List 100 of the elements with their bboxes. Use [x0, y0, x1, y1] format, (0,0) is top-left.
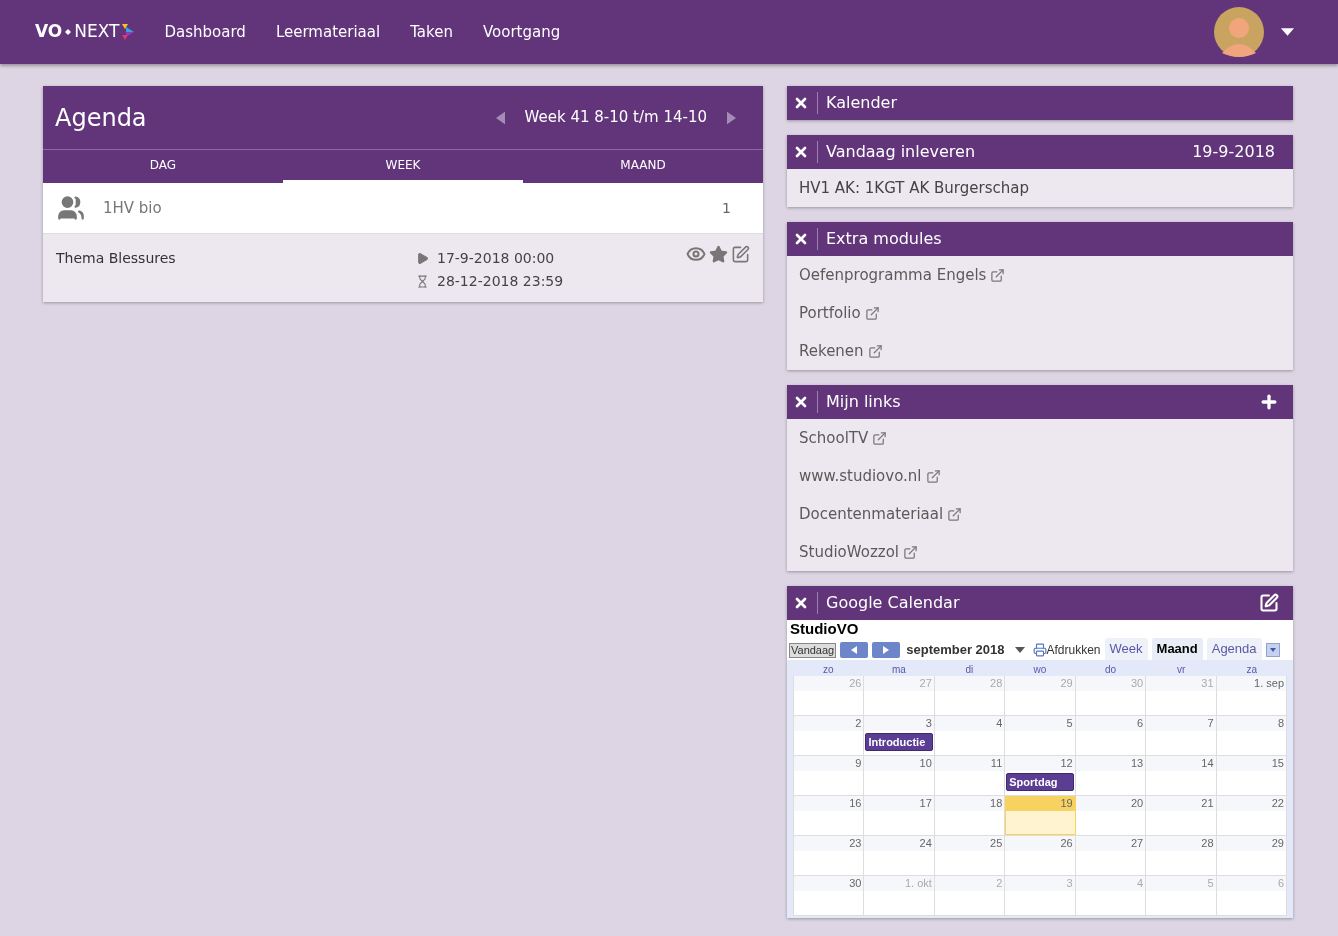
widget-link[interactable]: HV1 AK: 1KGT AK Burgerschap — [799, 176, 1029, 200]
day-number: 24 — [864, 836, 934, 851]
day-number: 27 — [1075, 836, 1146, 851]
day-cell[interactable]: 9 — [794, 756, 865, 795]
day-cell[interactable]: 25 — [934, 836, 1006, 875]
close-icon[interactable] — [793, 394, 809, 410]
next-button[interactable] — [872, 642, 901, 658]
day-cell[interactable]: 18 — [934, 796, 1006, 835]
day-cell[interactable]: 27 — [1075, 836, 1147, 875]
weekday-label: za — [1245, 664, 1258, 676]
avatar[interactable] — [1214, 7, 1264, 57]
close-icon[interactable] — [793, 95, 809, 111]
day-cell[interactable]: 17 — [864, 796, 935, 835]
widget-link[interactable]: Docentenmateriaal — [799, 502, 944, 526]
day-cell[interactable]: 12 Sportdag — [1005, 756, 1076, 795]
day-cell[interactable]: 15 — [1216, 756, 1287, 795]
caret-icon[interactable] — [1014, 647, 1025, 653]
day-number: 10 — [864, 756, 934, 771]
previous-week-icon[interactable] — [495, 110, 505, 125]
hourglass-icon — [416, 275, 429, 288]
widget-link[interactable]: Portfolio — [799, 301, 861, 325]
nav-link[interactable]: Leermateriaal — [260, 20, 396, 44]
external-link-icon[interactable] — [867, 343, 883, 359]
weekday-label: do — [1104, 664, 1118, 676]
day-cell[interactable]: 2 — [794, 716, 865, 755]
day-number: 22 — [1216, 796, 1286, 811]
day-cell[interactable]: 11 — [934, 756, 1006, 795]
widget-link[interactable]: SchoolTV — [799, 426, 869, 450]
day-cell[interactable]: 3 Introductie — [864, 716, 935, 755]
day-cell[interactable]: 19 — [1005, 796, 1076, 835]
widget-link[interactable]: Rekenen — [799, 339, 864, 363]
day-number: 13 — [1075, 756, 1146, 771]
day-cell[interactable]: 14 — [1146, 756, 1217, 795]
today-button[interactable]: Vandaag — [789, 642, 837, 658]
previous-button[interactable] — [840, 642, 869, 658]
eye-icon[interactable] — [686, 244, 706, 264]
day-cell[interactable]: 8 — [1216, 716, 1287, 755]
external-link-icon[interactable] — [947, 506, 963, 522]
day-number: 28 — [1146, 836, 1216, 851]
day-number: 6 — [1216, 876, 1286, 891]
day-number: 5 — [1146, 876, 1216, 891]
view-tab[interactable]: Maand — [1151, 638, 1203, 660]
day-number: 4 — [1075, 876, 1146, 891]
day-cell[interactable]: 28 — [1146, 836, 1217, 875]
external-link-icon[interactable] — [990, 267, 1006, 283]
calendar-event[interactable]: Sportdag — [1006, 773, 1074, 791]
day-cell[interactable]: 5 — [1005, 716, 1076, 755]
day-cell[interactable]: 23 — [794, 836, 865, 875]
view-tab[interactable]: Agenda — [1206, 638, 1262, 660]
day-cell[interactable]: 13 — [1075, 756, 1147, 795]
nav-link[interactable]: Taken — [395, 20, 468, 44]
external-link-icon[interactable] — [903, 544, 918, 560]
logo-text[interactable]: NEXT — [74, 19, 120, 45]
day-cell[interactable]: 1. sep — [1216, 676, 1287, 715]
week-label: Week 41 8-10 t/m 14-10 — [524, 107, 707, 129]
star-icon[interactable] — [709, 244, 728, 264]
day-cell[interactable]: 24 — [864, 836, 935, 875]
day-cell[interactable]: 6 — [1075, 716, 1147, 755]
widget-link[interactable]: StudioWozzol — [799, 540, 899, 564]
day-cell[interactable]: 4 — [934, 716, 1006, 755]
widget-link[interactable]: Oefenprogramma Engels — [799, 263, 987, 287]
day-number: 11 — [934, 756, 1005, 771]
widget-link[interactable]: www.studiovo.nl — [799, 464, 922, 488]
day-cell[interactable]: 30 — [794, 876, 865, 915]
day-cell[interactable]: 16 — [794, 796, 865, 835]
agenda-item[interactable]: Thema Blessures 17-9-2018 00:00 28-12-2018 23:59 — [43, 233, 763, 302]
day-cell[interactable]: 22 — [1216, 796, 1287, 835]
close-icon[interactable] — [793, 231, 809, 247]
day-cell[interactable]: 7 — [1146, 716, 1217, 755]
nav-link[interactable]: Voortgang — [467, 20, 576, 44]
weekday-label: zo — [822, 664, 835, 676]
view-tab[interactable]: MAAND — [523, 150, 763, 183]
group-count: 1 — [722, 198, 731, 218]
day-number: 3 — [864, 716, 934, 731]
day-cell[interactable]: 29 — [1216, 836, 1287, 875]
caret-icon[interactable] — [1281, 28, 1294, 36]
external-link-icon[interactable] — [925, 468, 941, 484]
logo-text[interactable]: VO — [35, 19, 63, 45]
edit-icon[interactable] — [1259, 593, 1279, 613]
view-tab[interactable]: DAG — [43, 150, 283, 183]
external-link-icon[interactable] — [864, 305, 880, 321]
close-icon[interactable] — [793, 595, 809, 611]
printer-icon[interactable] — [1032, 643, 1047, 657]
day-number: 18 — [934, 796, 1005, 811]
nav-link[interactable]: Dashboard — [149, 20, 261, 44]
day-number: 1. okt — [864, 876, 934, 891]
add-icon[interactable] — [1259, 392, 1279, 412]
play-icon — [416, 252, 429, 265]
calendar-event[interactable]: Introductie — [865, 733, 933, 751]
day-cell[interactable]: 10 — [864, 756, 935, 795]
dropdown-icon[interactable] — [1265, 643, 1280, 657]
day-cell[interactable]: 21 — [1146, 796, 1217, 835]
close-icon[interactable] — [793, 144, 809, 160]
view-tab[interactable]: Week — [1104, 638, 1148, 660]
day-cell[interactable]: 26 — [1005, 836, 1076, 875]
day-cell[interactable]: 20 — [1075, 796, 1147, 835]
external-link-icon[interactable] — [872, 430, 888, 446]
print-link[interactable]: Afdrukken — [1046, 641, 1101, 659]
widget-date: 19-9-2018 — [1192, 141, 1275, 163]
next-week-icon[interactable] — [727, 110, 736, 125]
